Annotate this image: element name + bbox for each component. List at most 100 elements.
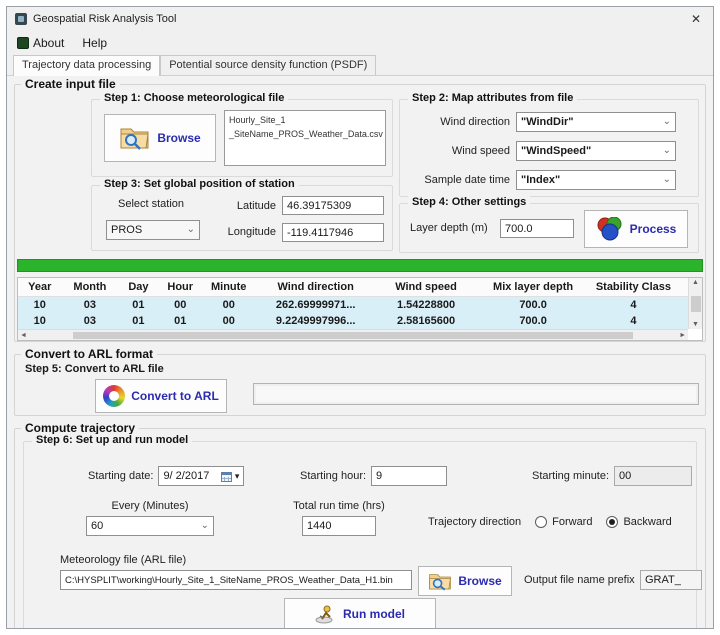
calendar-icon [221,471,232,482]
table-row[interactable]: 10 03 01 01 00 9.2249997996... 2.5816560… [18,313,702,329]
cell: 03 [61,299,118,311]
about-icon [17,37,29,49]
tab-page: Create input file Step 1: Choose meteoro… [7,76,713,628]
chevron-down-icon: ⌄ [187,225,195,235]
step3-group: Step 3: Set global position of station S… [91,185,393,251]
cell: 00 [202,299,256,311]
tab-psdf[interactable]: Potential source density function (PSDF) [160,55,376,75]
step2-title: Step 2: Map attributes from file [408,92,577,104]
output-prefix-label: Output file name prefix [524,574,635,586]
col-minute[interactable]: Minute [202,281,256,293]
step5-title: Step 5: Convert to ARL file [25,363,164,375]
col-wind-speed[interactable]: Wind speed [376,281,476,293]
met-file-label: Meteorology file (ARL file) [60,554,186,566]
scroll-right-icon[interactable]: ► [679,332,686,339]
cell: 262.69999971... [255,299,375,311]
file-name-line1: Hourly_Site_1 [229,114,381,128]
forward-radio[interactable]: Forward [535,516,592,528]
every-minutes-select[interactable]: 60 ⌄ [86,516,214,536]
starting-date-picker[interactable]: 9/ 2/2017 ▾ [158,466,244,486]
step6-title: Step 6: Set up and run model [32,434,192,446]
chevron-down-icon: ⌄ [201,521,209,531]
starting-hour-field[interactable]: 9 [371,466,447,486]
sample-date-time-row: Sample date time "Index" ⌄ [400,170,698,190]
cell: 4 [590,315,677,327]
chosen-file-display[interactable]: Hourly_Site_1 _SiteName_PROS_Weather_Dat… [224,110,386,166]
total-run-time-field[interactable]: 1440 [302,516,376,536]
table-vertical-scrollbar[interactable]: ▲ ▼ [688,278,702,329]
col-mix-layer-depth[interactable]: Mix layer depth [476,281,590,293]
step3-title: Step 3: Set global position of station [100,178,299,190]
menu-help[interactable]: Help [82,36,107,50]
run-model-label: Run model [343,607,405,621]
backward-label: Backward [623,516,671,528]
starting-minute-label: Starting minute: [532,470,609,482]
menu-about[interactable]: About [17,36,64,50]
vertical-scroll-thumb[interactable] [691,296,701,312]
starting-minute-cluster: Starting minute: 00 [532,466,692,486]
tab-strip: Trajectory data processing Potential sou… [7,54,713,76]
total-run-time-cluster: Total run time (hrs) 1440 [264,500,414,536]
scroll-up-icon[interactable]: ▲ [692,279,699,286]
col-month[interactable]: Month [61,281,118,293]
browse-met-file-button[interactable]: Browse [104,114,216,162]
sample-date-time-select[interactable]: "Index" ⌄ [516,170,676,190]
cell: 03 [61,315,118,327]
scroll-left-icon[interactable]: ◄ [20,332,27,339]
table-row[interactable]: 10 03 01 00 00 262.69999971... 1.5422880… [18,297,702,313]
wind-direction-label: Wind direction [400,116,510,128]
run-model-button[interactable]: Run model [284,598,436,629]
weather-data-table: Year Month Day Hour Minute Wind directio… [17,277,703,341]
output-prefix-field[interactable]: GRAT_ [640,570,702,590]
starting-minute-field[interactable]: 00 [614,466,692,486]
scroll-down-icon[interactable]: ▼ [692,321,699,328]
cell: 01 [158,315,201,327]
convert-cycle-icon [103,385,125,407]
close-icon[interactable]: ✕ [687,12,705,26]
radio-unchecked-icon [535,516,547,528]
group-title: Convert to ARL format [21,347,157,361]
browse-arl-file-button[interactable]: Browse [418,566,512,596]
col-hour[interactable]: Hour [158,281,201,293]
step4-group: Step 4: Other settings Layer depth (m) 7… [399,203,699,253]
col-year[interactable]: Year [18,281,61,293]
latitude-field[interactable]: 46.39175309 [282,196,384,215]
layer-depth-field[interactable]: 700.0 [500,219,574,238]
table-horizontal-scrollbar[interactable]: ◄ ► [18,329,688,340]
starting-hour-cluster: Starting hour: 9 [300,466,447,486]
cell: 10 [18,315,61,327]
app-window: Geospatial Risk Analysis Tool ✕ About He… [6,6,714,629]
col-day[interactable]: Day [118,281,158,293]
process-icon [596,217,624,241]
folder-search-icon [428,571,452,591]
tab-trajectory-data-processing[interactable]: Trajectory data processing [13,55,160,76]
chevron-down-icon: ⌄ [663,117,671,127]
col-stability-class[interactable]: Stability Class [590,281,677,293]
group-title: Compute trajectory [21,421,139,435]
longitude-label: Longitude [214,226,276,238]
browse-label: Browse [157,131,200,145]
cell: 01 [118,315,158,327]
wind-speed-select[interactable]: "WindSpeed" ⌄ [516,141,676,161]
sample-date-time-label: Sample date time [400,174,510,186]
trajectory-direction-cluster: Trajectory direction Forward Backward [428,516,672,528]
convert-to-arl-button[interactable]: Convert to ARL [95,379,227,413]
longitude-field[interactable]: -119.4117946 [282,223,384,242]
cell: 10 [18,299,61,311]
group-title: Create input file [21,77,120,91]
wind-direction-select[interactable]: "WindDir" ⌄ [516,112,676,132]
horizontal-scroll-thumb[interactable] [73,332,633,339]
run-model-icon [315,604,337,624]
layer-depth-label: Layer depth (m) [410,222,488,234]
starting-date-value: 9/ 2/2017 [163,470,209,482]
cell: 01 [118,299,158,311]
col-wind-direction[interactable]: Wind direction [255,281,375,293]
process-label: Process [630,222,677,236]
station-select[interactable]: PROS ⌄ [106,220,200,240]
step6-group: Step 6: Set up and run model Starting da… [23,441,697,629]
date-dropdown-icon[interactable]: ▾ [235,472,240,481]
backward-radio[interactable]: Backward [606,516,671,528]
chevron-down-icon: ⌄ [663,146,671,156]
process-button[interactable]: Process [584,210,688,248]
met-file-path-field[interactable]: C:\HYSPLIT\working\Hourly_Site_1_SiteNam… [60,570,412,590]
